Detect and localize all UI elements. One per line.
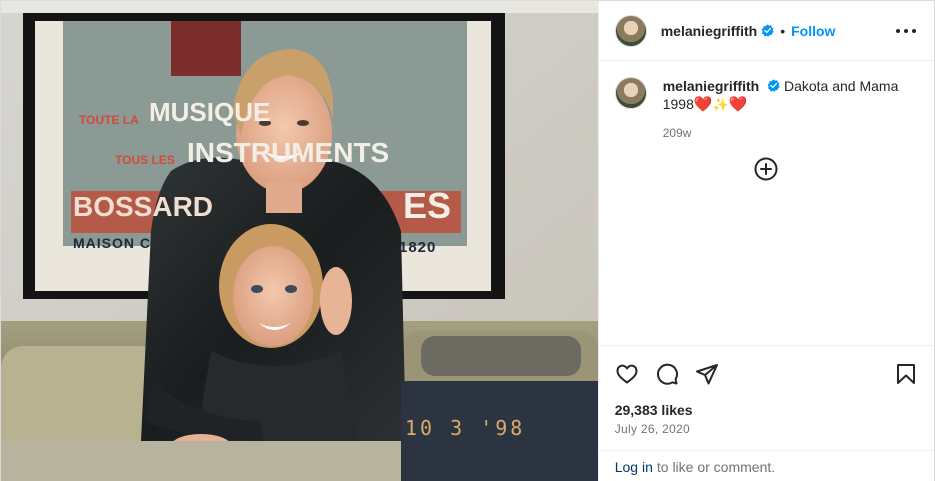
- caption-username[interactable]: melaniegriffith: [663, 78, 759, 94]
- comment-icon[interactable]: [655, 362, 679, 386]
- poster-text-3: TOUS LES: [115, 153, 175, 167]
- heart-emoji: ❤️: [693, 96, 713, 113]
- poster-text-1: TOUTE LA: [79, 113, 139, 127]
- post-header: melaniegriffith • Follow: [598, 1, 934, 61]
- post-age[interactable]: 209w: [663, 124, 918, 142]
- poster-text-6: ES: [403, 185, 452, 226]
- verified-badge-icon: [767, 79, 780, 92]
- likes-count[interactable]: 29,383 likes: [615, 402, 693, 418]
- avatar[interactable]: [614, 14, 647, 47]
- post-photo[interactable]: TOUTE LA MUSIQUE TOUS LES INSTRUMENTS BO…: [1, 1, 598, 481]
- sparkle-emoji: ✨: [712, 97, 729, 112]
- more-options-icon[interactable]: [896, 21, 916, 41]
- post-date[interactable]: July 26, 2020: [615, 422, 690, 436]
- comments-section: melaniegriffith Dakota and Mama 1998❤️✨❤…: [599, 61, 934, 345]
- poster-text-7: MAISON C: [73, 235, 151, 251]
- caption-avatar[interactable]: [614, 77, 647, 109]
- separator-dot: •: [780, 22, 786, 39]
- login-bar: Log in to like or comment.: [598, 450, 934, 481]
- share-icon[interactable]: [695, 362, 719, 386]
- add-circle-icon[interactable]: [754, 157, 778, 181]
- instagram-post: TOUTE LA MUSIQUE TOUS LES INSTRUMENTS BO…: [0, 0, 935, 481]
- photo-date-stamp: 10 3 '98: [405, 416, 526, 440]
- username[interactable]: melaniegriffith: [661, 23, 757, 39]
- heart-emoji: ❤️: [728, 96, 748, 113]
- post-side-panel: melaniegriffith • Follow melaniegriffith…: [597, 1, 934, 481]
- caption-body: melaniegriffith Dakota and Mama 1998❤️✨❤…: [663, 77, 918, 142]
- login-prompt: to like or comment.: [656, 458, 776, 475]
- poster-text-8: 1820: [399, 239, 437, 256]
- caption: melaniegriffith Dakota and Mama 1998❤️✨❤…: [614, 77, 918, 142]
- poster-text-2: MUSIQUE: [149, 97, 271, 127]
- verified-badge-icon: [761, 24, 774, 37]
- action-bar: [598, 345, 934, 401]
- follow-button[interactable]: Follow: [791, 23, 835, 39]
- poster-text-4: INSTRUMENTS: [187, 137, 390, 168]
- poster-text-5: BOSSARD: [73, 191, 214, 222]
- login-link[interactable]: Log in: [615, 459, 653, 475]
- bookmark-icon[interactable]: [894, 362, 918, 386]
- heart-icon[interactable]: [615, 362, 639, 386]
